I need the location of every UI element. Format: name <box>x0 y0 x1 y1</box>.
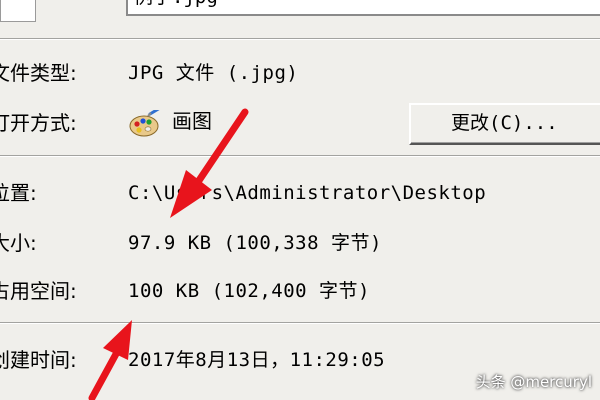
file-type-label: 文件类型: <box>0 61 77 85</box>
watermark: 头条 @mercuryl <box>475 373 592 391</box>
size-on-disk-value: 100 KB (102,400 字节) <box>128 280 370 302</box>
file-type-value: JPG 文件 (.jpg) <box>128 62 299 84</box>
file-icon <box>0 0 36 22</box>
created-label: 创建时间: <box>0 348 77 372</box>
size-on-disk-label: 占用空间: <box>0 279 77 303</box>
file-properties-dialog: 例子.jpg 文件类型: JPG 文件 (.jpg) 打开方式: 画图 更改(C… <box>0 0 600 400</box>
divider <box>0 322 600 324</box>
location-value: C:\Users\Administrator\Desktop <box>128 182 487 204</box>
arrow-to-created <box>88 350 120 400</box>
paint-palette-icon <box>128 106 162 138</box>
opens-with-label: 打开方式: <box>0 111 77 135</box>
filename-field[interactable]: 例子.jpg <box>126 0 600 16</box>
size-value: 97.9 KB (100,338 字节) <box>128 232 382 254</box>
divider <box>0 38 600 40</box>
size-label: 大小: <box>0 231 37 255</box>
location-label: 位置: <box>0 181 37 205</box>
change-button[interactable]: 更改(C)... <box>409 103 600 145</box>
created-value: 2017年8月13日，11:29:05 <box>128 349 386 371</box>
opens-with-app-name: 画图 <box>172 109 212 133</box>
divider <box>0 155 600 157</box>
